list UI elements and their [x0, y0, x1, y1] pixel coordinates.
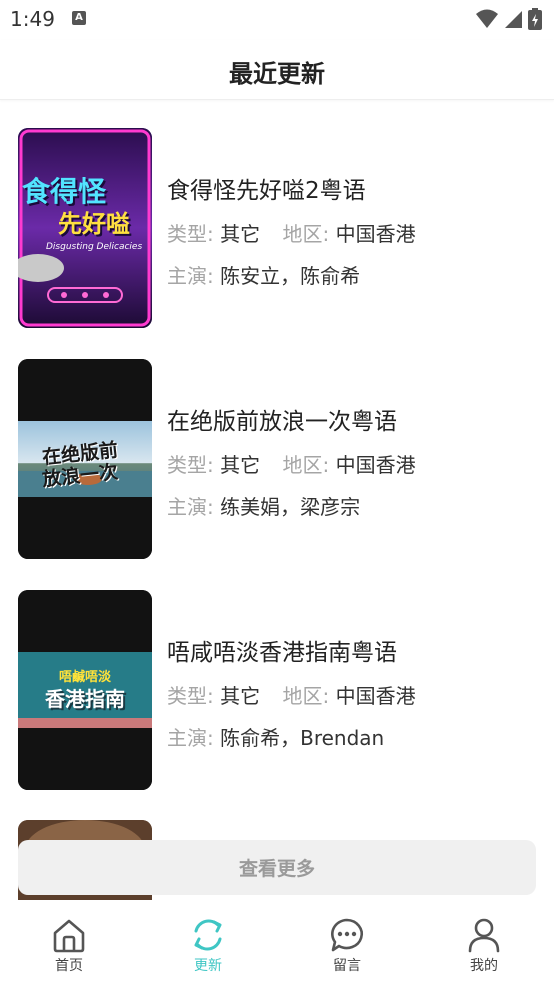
colon: :	[207, 264, 214, 288]
list-item[interactable]: 唔鹹唔淡 香港指南 唔咸唔淡香港指南粤语 类型: 其它 地区: 中国香港 主演:…	[0, 590, 554, 800]
item-title[interactable]: 唔咸唔淡香港指南粤语	[167, 633, 397, 667]
cast-value: 练美娟，梁彦宗	[220, 495, 361, 519]
region-label: 地区	[282, 684, 323, 708]
notification-icon: A	[72, 11, 86, 25]
poster-subtitle: Disgusting Delicacies	[46, 242, 143, 252]
cast-value: 陈俞希，Brendan	[220, 726, 385, 750]
colon: :	[322, 453, 330, 477]
cast-label: 主演	[167, 264, 207, 288]
type-label: 类型	[167, 684, 207, 708]
cast-label: 主演	[167, 726, 207, 750]
cast-value: 陈安立，陈俞希	[220, 264, 361, 288]
poster-image: 食得怪 先好嗌 Disgusting Delicacies	[18, 128, 152, 328]
status-time: 1:49	[10, 7, 55, 31]
tab-home[interactable]: 首页	[19, 917, 119, 977]
region-label: 地区	[282, 453, 323, 477]
tab-label: 更新	[194, 958, 222, 974]
view-more-button[interactable]: 查看更多	[18, 840, 536, 895]
colon: :	[207, 495, 214, 519]
item-title[interactable]: 食得怪先好嗌2粤语	[167, 171, 366, 205]
type-label: 类型	[167, 453, 207, 477]
bottom-tab-bar: 首页 更新 留言 我的	[0, 905, 554, 985]
app-header: 最近更新	[0, 40, 554, 100]
tab-profile[interactable]: 我的	[434, 917, 534, 977]
type-value: 其它	[220, 453, 261, 477]
region-value: 中国香港	[335, 453, 416, 477]
user-icon	[468, 918, 500, 953]
poster-text-line2: 先好嗌	[58, 210, 130, 238]
list-item[interactable]: 在绝版前 放浪一次 在绝版前放浪一次粤语 类型: 其它 地区: 中国香港 主演:…	[0, 359, 554, 569]
item-meta-row: 类型: 其它 地区: 中国香港	[167, 449, 416, 478]
colon: :	[322, 684, 330, 708]
update-list: 食得怪 先好嗌 Disgusting Delicacies 食得怪先好嗌2粤语 …	[0, 100, 554, 900]
refresh-icon	[194, 919, 222, 951]
item-meta-row: 类型: 其它 地区: 中国香港	[167, 218, 416, 247]
home-icon	[53, 919, 85, 953]
colon: :	[207, 222, 214, 246]
poster-image: 在绝版前 放浪一次	[18, 359, 152, 559]
poster-text-line2: 香港指南	[45, 687, 125, 711]
battery-icon	[528, 8, 542, 30]
type-value: 其它	[220, 222, 261, 246]
item-title[interactable]: 在绝版前放浪一次粤语	[167, 402, 397, 436]
tab-label: 首页	[55, 958, 83, 974]
status-icons	[476, 8, 542, 30]
status-bar: 1:49 A	[0, 0, 554, 40]
tab-label: 留言	[333, 958, 361, 974]
page-title: 最近更新	[229, 60, 325, 88]
wifi-icon	[476, 9, 498, 28]
poster-image: 唔鹹唔淡 香港指南	[18, 590, 152, 790]
item-meta-row: 类型: 其它 地区: 中国香港	[167, 680, 416, 709]
item-cast-row: 主演: 练美娟，梁彦宗	[167, 491, 360, 520]
tab-label: 我的	[470, 958, 498, 974]
colon: :	[207, 684, 214, 708]
colon: :	[322, 222, 330, 246]
chat-bubble-icon	[331, 918, 363, 952]
signal-icon	[505, 11, 522, 28]
item-cast-row: 主演: 陈安立，陈俞希	[167, 260, 360, 289]
colon: :	[207, 453, 214, 477]
colon: :	[207, 726, 214, 750]
region-value: 中国香港	[335, 222, 416, 246]
cast-label: 主演	[167, 495, 207, 519]
tab-comments[interactable]: 留言	[297, 917, 397, 977]
list-item[interactable]: 食得怪 先好嗌 Disgusting Delicacies 食得怪先好嗌2粤语 …	[0, 128, 554, 338]
tab-update[interactable]: 更新	[158, 917, 258, 977]
region-value: 中国香港	[335, 684, 416, 708]
type-label: 类型	[167, 222, 207, 246]
type-value: 其它	[220, 684, 261, 708]
region-label: 地区	[282, 222, 323, 246]
item-cast-row: 主演: 陈俞希，Brendan	[167, 722, 384, 751]
